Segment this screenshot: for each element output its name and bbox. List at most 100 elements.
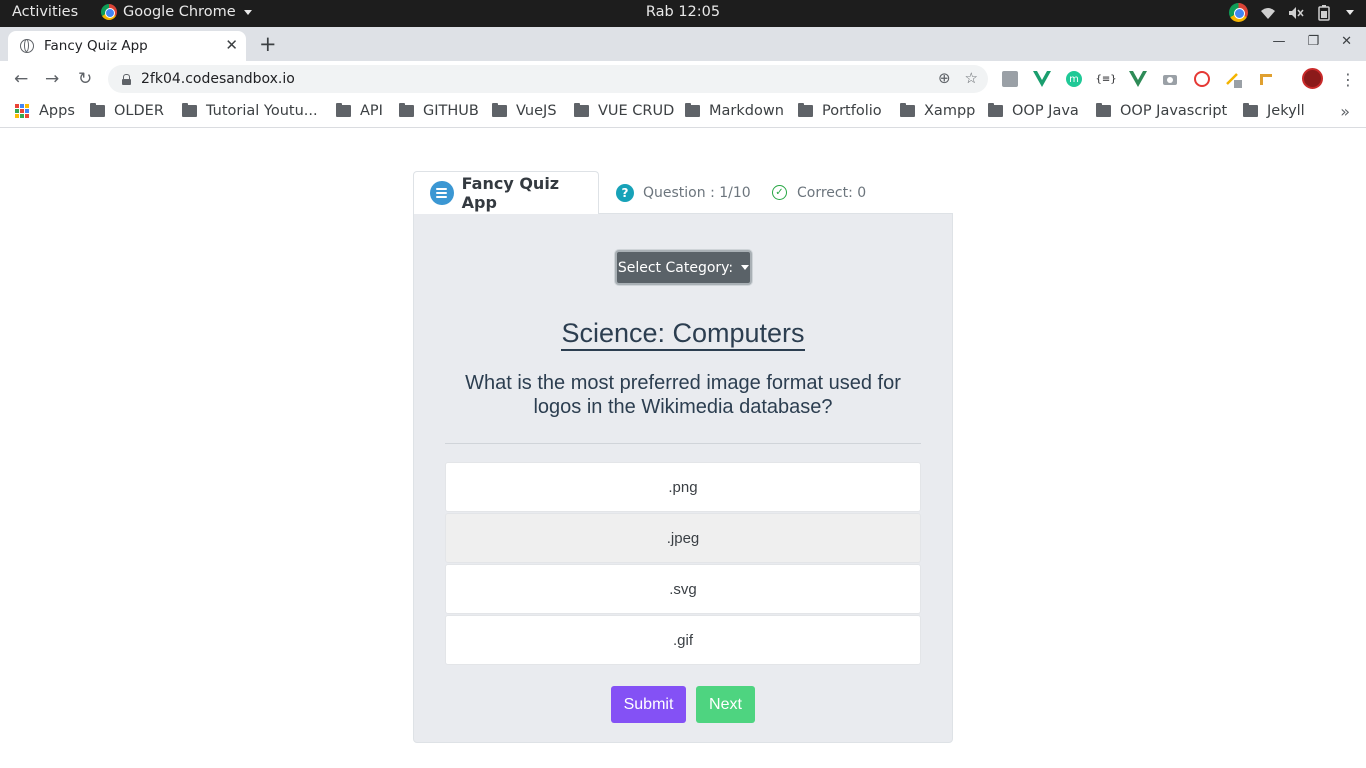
url-text[interactable]: 2fk04.codesandbox.io bbox=[141, 71, 295, 87]
quiz-nav-tabs: Fancy Quiz App ? Question : 1/10 ✓ Corre… bbox=[413, 171, 953, 214]
question-counter: Question : 1/10 bbox=[643, 184, 751, 201]
correct-counter: Correct: 0 bbox=[797, 184, 867, 201]
app-menu-label: Google Chrome bbox=[123, 4, 236, 20]
bookmark-label: Xampp bbox=[924, 103, 976, 119]
bookmark-oop-java[interactable]: OOP Java bbox=[988, 103, 1079, 119]
bookmark-label: VueJS bbox=[516, 103, 557, 119]
folder-icon bbox=[988, 103, 1003, 117]
bookmark-star-icon[interactable]: ☆ bbox=[965, 69, 978, 87]
system-menu-chevron-icon[interactable] bbox=[1346, 10, 1354, 15]
bookmark-api[interactable]: API bbox=[336, 103, 383, 119]
chevron-down-icon bbox=[243, 9, 252, 15]
bookmark-label: OOP Javascript bbox=[1120, 103, 1228, 119]
browser-tab[interactable]: Fancy Quiz App ✕ bbox=[8, 31, 246, 61]
json-viewer-icon[interactable]: {≡} bbox=[1095, 69, 1116, 89]
folder-icon bbox=[900, 103, 915, 117]
extension-tag-icon[interactable] bbox=[1256, 69, 1276, 89]
extension-swirl-icon[interactable] bbox=[1192, 69, 1212, 89]
category-title: Science: Computers bbox=[561, 318, 805, 351]
bookmark-label: VUE CRUD bbox=[598, 103, 675, 119]
tab-question-counter[interactable]: ? Question : 1/10 bbox=[616, 171, 751, 214]
quiz-actions: Submit Next bbox=[611, 686, 755, 723]
browser-tab-strip: Fancy Quiz App ✕ + — ❐ ✕ bbox=[0, 27, 1366, 61]
bookmark-jekyll[interactable]: Jekyll bbox=[1243, 103, 1305, 119]
reload-icon[interactable]: ↻ bbox=[78, 69, 92, 89]
next-button[interactable]: Next bbox=[696, 686, 755, 723]
tab-title: Fancy Quiz App bbox=[44, 38, 148, 54]
folder-icon bbox=[182, 103, 197, 117]
bookmark-portfolio[interactable]: Portfolio bbox=[798, 103, 882, 119]
bookmark-apps[interactable]: Apps bbox=[15, 103, 75, 119]
wifi-icon[interactable] bbox=[1260, 5, 1276, 21]
more-bookmarks-icon[interactable]: » bbox=[1340, 102, 1350, 121]
colorpicker-icon[interactable] bbox=[1224, 69, 1244, 89]
bookmark-markdown[interactable]: Markdown bbox=[685, 103, 784, 119]
system-tray[interactable] bbox=[1229, 3, 1354, 22]
caret-down-icon bbox=[741, 265, 750, 270]
chrome-indicator-icon[interactable] bbox=[1229, 3, 1248, 22]
submit-button[interactable]: Submit bbox=[611, 686, 686, 723]
camera-icon[interactable] bbox=[1160, 69, 1180, 89]
folder-icon bbox=[399, 103, 414, 117]
tab-correct-counter[interactable]: ✓ Correct: 0 bbox=[772, 171, 866, 214]
clock[interactable]: Rab 12:05 bbox=[646, 4, 720, 20]
install-icon[interactable]: ⊕ bbox=[938, 69, 951, 87]
bookmark-vue-crud[interactable]: VUE CRUD bbox=[574, 103, 674, 119]
bookmark-older[interactable]: OLDER bbox=[90, 103, 164, 119]
globe-icon bbox=[20, 39, 34, 53]
answer-option[interactable]: .jpeg bbox=[445, 513, 921, 563]
bookmark-label: Tutorial Youtu... bbox=[206, 103, 318, 119]
minimize-icon[interactable]: — bbox=[1272, 34, 1285, 49]
restore-icon[interactable]: ❐ bbox=[1307, 34, 1319, 49]
bookmark-vuejs[interactable]: VueJS bbox=[492, 103, 557, 119]
bookmark-label: API bbox=[360, 103, 383, 119]
profile-avatar[interactable] bbox=[1302, 68, 1323, 89]
lock-icon[interactable] bbox=[122, 73, 131, 85]
bookmark-label: Apps bbox=[39, 103, 75, 119]
select-category-label: Select Category: bbox=[617, 259, 734, 276]
app-menu[interactable]: Google Chrome bbox=[101, 4, 252, 20]
folder-icon bbox=[90, 103, 105, 117]
bookmark-xampp[interactable]: Xampp bbox=[900, 103, 975, 119]
bookmarks-bar: Apps OLDER Tutorial Youtu... API GITHUB … bbox=[0, 97, 1366, 128]
close-window-icon[interactable]: ✕ bbox=[1341, 34, 1352, 49]
tab-app-title[interactable]: Fancy Quiz App bbox=[413, 171, 599, 214]
vue-devtools-icon[interactable] bbox=[1032, 69, 1052, 89]
answer-option[interactable]: .gif bbox=[445, 615, 921, 665]
divider bbox=[445, 443, 921, 444]
back-icon[interactable]: ← bbox=[14, 69, 28, 89]
new-tab-button[interactable]: + bbox=[259, 32, 277, 56]
bookmark-label: Markdown bbox=[709, 103, 784, 119]
folder-icon bbox=[685, 103, 700, 117]
forward-icon[interactable]: → bbox=[45, 69, 59, 89]
question-text: What is the most preferred image format … bbox=[465, 372, 901, 418]
folder-icon bbox=[1096, 103, 1111, 117]
folder-icon bbox=[574, 103, 589, 117]
select-category-dropdown[interactable]: Select Category: bbox=[615, 250, 752, 285]
answer-option[interactable]: .svg bbox=[445, 564, 921, 614]
browser-toolbar: ← → ↻ 2fk04.codesandbox.io ⊕ ☆ m {≡} ⋮ bbox=[0, 61, 1366, 97]
activities-button[interactable]: Activities bbox=[12, 4, 78, 20]
app-title: Fancy Quiz App bbox=[461, 174, 560, 212]
battery-icon[interactable] bbox=[1316, 4, 1332, 21]
folder-icon bbox=[798, 103, 813, 117]
folder-icon bbox=[492, 103, 507, 117]
bookmark-github[interactable]: GITHUB bbox=[399, 103, 479, 119]
extension-1-icon[interactable] bbox=[1000, 69, 1020, 89]
bookmark-tutorial-youtube[interactable]: Tutorial Youtu... bbox=[182, 103, 318, 119]
address-bar[interactable]: 2fk04.codesandbox.io ⊕ ☆ bbox=[108, 65, 988, 93]
bookmark-oop-javascript[interactable]: OOP Javascript bbox=[1096, 103, 1227, 119]
question-mark-icon: ? bbox=[616, 183, 634, 202]
chrome-menu-icon[interactable]: ⋮ bbox=[1340, 70, 1356, 89]
answer-option[interactable]: .png bbox=[445, 462, 921, 512]
chrome-icon bbox=[101, 4, 117, 20]
close-tab-icon[interactable]: ✕ bbox=[225, 36, 238, 54]
volume-muted-icon[interactable] bbox=[1288, 5, 1304, 21]
bookmark-label: Jekyll bbox=[1267, 103, 1305, 119]
system-top-bar: Activities Google Chrome Rab 12:05 bbox=[0, 0, 1366, 27]
bookmark-label: GITHUB bbox=[423, 103, 479, 119]
vue-extension-icon[interactable] bbox=[1128, 69, 1148, 89]
bookmark-label: Portfolio bbox=[822, 103, 882, 119]
extension-m-icon[interactable]: m bbox=[1064, 69, 1084, 89]
answer-list: .png .jpeg .svg .gif bbox=[445, 462, 921, 666]
